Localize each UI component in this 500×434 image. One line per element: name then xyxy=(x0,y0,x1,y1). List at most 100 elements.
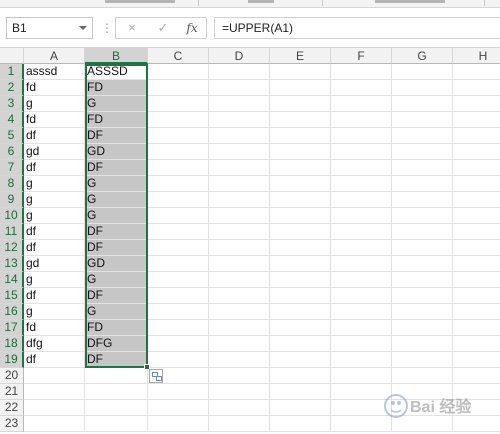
row-header-6[interactable]: 6 xyxy=(0,144,24,160)
cell-g6[interactable] xyxy=(392,144,453,160)
cell-b13[interactable]: GD xyxy=(85,256,148,272)
cell-e17[interactable] xyxy=(270,320,331,336)
cell-a4[interactable]: fd xyxy=(24,112,85,128)
cell-a19[interactable]: df xyxy=(24,352,85,368)
cell-h5[interactable] xyxy=(453,128,500,144)
cell-a3[interactable]: g xyxy=(24,96,85,112)
cell-b7[interactable]: DF xyxy=(85,160,148,176)
cell-f9[interactable] xyxy=(331,192,392,208)
cell-f3[interactable] xyxy=(331,96,392,112)
cell-d11[interactable] xyxy=(209,224,270,240)
cell-f2[interactable] xyxy=(331,80,392,96)
cell-f16[interactable] xyxy=(331,304,392,320)
cell-a2[interactable]: fd xyxy=(24,80,85,96)
cell-b21[interactable] xyxy=(85,384,148,400)
insert-function-icon[interactable]: fx xyxy=(182,18,202,38)
row-header-10[interactable]: 10 xyxy=(0,208,24,224)
cell-g13[interactable] xyxy=(392,256,453,272)
cell-c7[interactable] xyxy=(148,160,209,176)
cell-b10[interactable]: G xyxy=(85,208,148,224)
cell-c8[interactable] xyxy=(148,176,209,192)
cell-c14[interactable] xyxy=(148,272,209,288)
cell-d6[interactable] xyxy=(209,144,270,160)
cell-d22[interactable] xyxy=(209,400,270,416)
cell-a12[interactable]: df xyxy=(24,240,85,256)
cell-e1[interactable] xyxy=(270,64,331,80)
cell-h20[interactable] xyxy=(453,368,500,384)
formula-input[interactable]: =UPPER(A1) xyxy=(214,17,500,39)
cell-e10[interactable] xyxy=(270,208,331,224)
cell-h19[interactable] xyxy=(453,352,500,368)
cell-e22[interactable] xyxy=(270,400,331,416)
cell-e23[interactable] xyxy=(270,416,331,432)
cell-b4[interactable]: FD xyxy=(85,112,148,128)
cell-c19[interactable] xyxy=(148,352,209,368)
cell-a11[interactable]: df xyxy=(24,224,85,240)
cell-d17[interactable] xyxy=(209,320,270,336)
cell-g20[interactable] xyxy=(392,368,453,384)
cell-e5[interactable] xyxy=(270,128,331,144)
cell-e12[interactable] xyxy=(270,240,331,256)
cell-h15[interactable] xyxy=(453,288,500,304)
cell-e11[interactable] xyxy=(270,224,331,240)
cell-a6[interactable]: gd xyxy=(24,144,85,160)
cell-e16[interactable] xyxy=(270,304,331,320)
cell-h10[interactable] xyxy=(453,208,500,224)
cell-d8[interactable] xyxy=(209,176,270,192)
cell-g12[interactable] xyxy=(392,240,453,256)
cell-h9[interactable] xyxy=(453,192,500,208)
cell-c10[interactable] xyxy=(148,208,209,224)
row-header-23[interactable]: 23 xyxy=(0,416,24,432)
enter-icon[interactable]: ✓ xyxy=(153,18,173,38)
cell-h17[interactable] xyxy=(453,320,500,336)
cell-g7[interactable] xyxy=(392,160,453,176)
cell-f20[interactable] xyxy=(331,368,392,384)
cell-f4[interactable] xyxy=(331,112,392,128)
row-header-1[interactable]: 1 xyxy=(0,64,24,80)
quick-analysis-icon[interactable] xyxy=(149,369,163,383)
cell-c13[interactable] xyxy=(148,256,209,272)
cell-d2[interactable] xyxy=(209,80,270,96)
cell-g3[interactable] xyxy=(392,96,453,112)
more-options-icon[interactable]: ⋮ xyxy=(101,18,113,38)
cell-h13[interactable] xyxy=(453,256,500,272)
row-header-8[interactable]: 8 xyxy=(0,176,24,192)
cell-g5[interactable] xyxy=(392,128,453,144)
cell-h8[interactable] xyxy=(453,176,500,192)
row-header-5[interactable]: 5 xyxy=(0,128,24,144)
column-header-a[interactable]: A xyxy=(24,48,85,64)
cell-d15[interactable] xyxy=(209,288,270,304)
cell-d12[interactable] xyxy=(209,240,270,256)
cell-a15[interactable]: df xyxy=(24,288,85,304)
cell-g11[interactable] xyxy=(392,224,453,240)
column-header-c[interactable]: C xyxy=(148,48,209,64)
cell-a7[interactable]: df xyxy=(24,160,85,176)
cell-e13[interactable] xyxy=(270,256,331,272)
cell-d9[interactable] xyxy=(209,192,270,208)
cell-d13[interactable] xyxy=(209,256,270,272)
select-all-corner[interactable] xyxy=(0,48,24,64)
chevron-down-icon[interactable] xyxy=(79,26,87,30)
cell-e9[interactable] xyxy=(270,192,331,208)
cell-c17[interactable] xyxy=(148,320,209,336)
cell-a5[interactable]: df xyxy=(24,128,85,144)
cell-c23[interactable] xyxy=(148,416,209,432)
cell-a18[interactable]: dfg xyxy=(24,336,85,352)
cell-a1[interactable]: asssd xyxy=(24,64,85,80)
row-header-18[interactable]: 18 xyxy=(0,336,24,352)
cell-b22[interactable] xyxy=(85,400,148,416)
cell-d5[interactable] xyxy=(209,128,270,144)
cell-a17[interactable]: fd xyxy=(24,320,85,336)
cell-a21[interactable] xyxy=(24,384,85,400)
row-header-4[interactable]: 4 xyxy=(0,112,24,128)
cell-d14[interactable] xyxy=(209,272,270,288)
cell-b1[interactable]: ASSSD xyxy=(85,64,148,80)
cell-b23[interactable] xyxy=(85,416,148,432)
row-header-3[interactable]: 3 xyxy=(0,96,24,112)
cell-h18[interactable] xyxy=(453,336,500,352)
cell-a23[interactable] xyxy=(24,416,85,432)
cell-e20[interactable] xyxy=(270,368,331,384)
cell-g4[interactable] xyxy=(392,112,453,128)
cell-b18[interactable]: DFG xyxy=(85,336,148,352)
cell-c16[interactable] xyxy=(148,304,209,320)
